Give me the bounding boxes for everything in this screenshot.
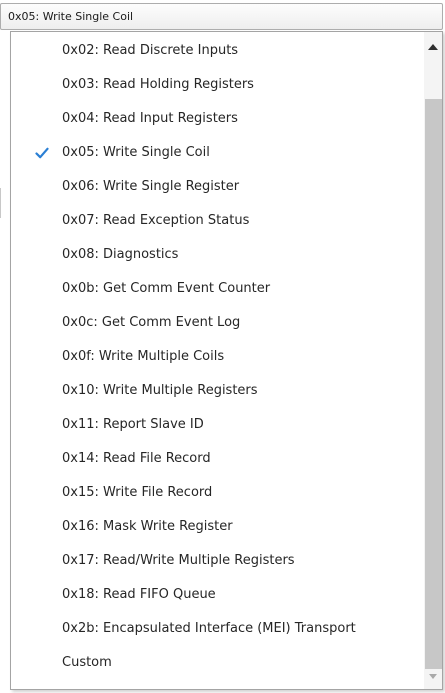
function-code-dropdown-list[interactable]: 0x02: Read Discrete Inputs 0x03: Read Ho… [10, 31, 443, 690]
dropdown-item-0x04[interactable]: 0x04: Read Input Registers [11, 102, 423, 136]
dropdown-item-0x10[interactable]: 0x10: Write Multiple Registers [11, 374, 423, 408]
dropdown-item-label: 0x16: Mask Write Register [62, 519, 233, 534]
dropdown-item-label: 0x0c: Get Comm Event Log [62, 315, 241, 330]
dropdown-item-label: 0x02: Read Discrete Inputs [62, 43, 239, 58]
dropdown-item-0x0c[interactable]: 0x0c: Get Comm Event Log [11, 306, 423, 340]
dropdown-item-0x0f[interactable]: 0x0f: Write Multiple Coils [11, 340, 423, 374]
dropdown-item-label: 0x15: Write File Record [62, 485, 213, 500]
dropdown-item-label: 0x17: Read/Write Multiple Registers [62, 553, 295, 568]
dropdown-item-0x0b[interactable]: 0x0b: Get Comm Event Counter [11, 272, 423, 306]
checkmark-icon [35, 147, 49, 159]
dropdown-item-label: 0x18: Read FIFO Queue [62, 587, 216, 602]
function-code-combobox[interactable]: 0x05: Write Single Coil [0, 3, 443, 30]
dropdown-item-label: 0x07: Read Exception Status [62, 213, 250, 228]
dropdown-scrollbar[interactable] [424, 32, 442, 689]
dropdown-item-label: 0x0f: Write Multiple Coils [62, 349, 225, 364]
dropdown-item-0x06[interactable]: 0x06: Write Single Register [11, 170, 423, 204]
dropdown-item-0x18[interactable]: 0x18: Read FIFO Queue [11, 578, 423, 612]
dropdown-item-label: 0x0b: Get Comm Event Counter [62, 281, 271, 296]
background-edge [0, 188, 1, 218]
dropdown-item-0x03[interactable]: 0x03: Read Holding Registers [11, 68, 423, 102]
scroll-down-arrow-icon[interactable] [427, 672, 439, 682]
dropdown-item-0x07[interactable]: 0x07: Read Exception Status [11, 204, 423, 238]
dropdown-item-0x11[interactable]: 0x11: Report Slave ID [11, 408, 423, 442]
combobox-selected-value: 0x05: Write Single Coil [8, 10, 134, 23]
dropdown-item-label: 0x04: Read Input Registers [62, 111, 238, 126]
dropdown-item-0x14[interactable]: 0x14: Read File Record [11, 442, 423, 476]
dropdown-item-label: 0x10: Write Multiple Registers [62, 383, 258, 398]
dropdown-item-label: 0x08: Diagnostics [62, 247, 179, 262]
dropdown-item-label: 0x11: Report Slave ID [62, 417, 204, 432]
dropdown-item-label: 0x03: Read Holding Registers [62, 77, 254, 92]
dropdown-item-label: 0x14: Read File Record [62, 451, 211, 466]
dropdown-item-0x2b[interactable]: 0x2b: Encapsulated Interface (MEI) Trans… [11, 612, 423, 646]
dropdown-item-0x16[interactable]: 0x16: Mask Write Register [11, 510, 423, 544]
dropdown-item-0x17[interactable]: 0x17: Read/Write Multiple Registers [11, 544, 423, 578]
dropdown-item-0x08[interactable]: 0x08: Diagnostics [11, 238, 423, 272]
scroll-up-arrow-icon[interactable] [427, 42, 439, 52]
dropdown-item-0x15[interactable]: 0x15: Write File Record [11, 476, 423, 510]
dropdown-item-custom[interactable]: Custom [11, 646, 423, 680]
dropdown-item-0x02[interactable]: 0x02: Read Discrete Inputs [11, 34, 423, 68]
dropdown-item-label: 0x05: Write Single Coil [62, 145, 210, 160]
dropdown-item-label: Custom [62, 655, 112, 670]
dropdown-item-label: 0x2b: Encapsulated Interface (MEI) Trans… [62, 621, 356, 636]
scrollbar-thumb[interactable] [425, 99, 442, 669]
dropdown-item-label: 0x06: Write Single Register [62, 179, 240, 194]
dropdown-item-0x05[interactable]: 0x05: Write Single Coil [11, 136, 423, 170]
